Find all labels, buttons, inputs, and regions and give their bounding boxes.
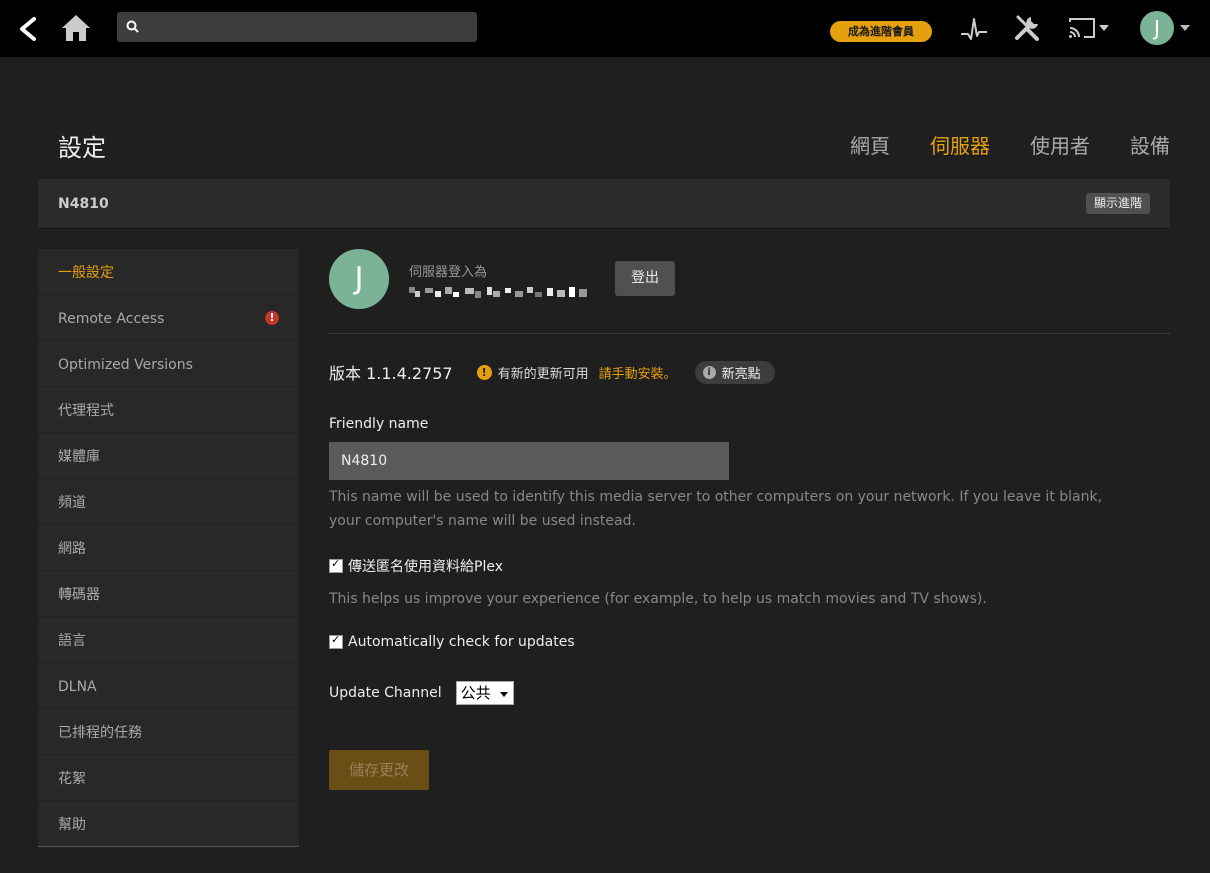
update-channel-select[interactable]: 公共 xyxy=(455,681,514,705)
tab-users[interactable]: 使用者 xyxy=(1030,130,1090,159)
sidebar-item-label: 幫助 xyxy=(58,817,86,833)
sidebar-item-label: 已排程的任務 xyxy=(58,725,142,741)
account-avatar: J xyxy=(329,249,389,309)
friendly-name-label: Friendly name xyxy=(329,416,429,432)
show-advanced-button[interactable]: 顯示進階 xyxy=(1085,193,1150,214)
settings-sidebar: 一般設定 Remote Access! Optimized Versions 代… xyxy=(38,249,299,847)
home-icon[interactable] xyxy=(60,12,92,44)
redacted-username xyxy=(409,287,587,298)
update-channel-label: Update Channel xyxy=(329,685,442,701)
sidebar-item-channels[interactable]: 頻道 xyxy=(38,479,299,525)
sidebar-item-label: Optimized Versions xyxy=(58,357,193,373)
sidebar-item-help[interactable]: 幫助 xyxy=(38,801,299,846)
sidebar-item-label: Remote Access xyxy=(58,311,165,327)
sidebar-item-remote-access[interactable]: Remote Access! xyxy=(38,295,299,341)
whats-new-button[interactable]: i 新亮點 xyxy=(694,360,775,384)
friendly-name-help: This name will be used to identify this … xyxy=(329,489,1103,529)
anonymous-usage-row: 傳送匿名使用資料給Plex xyxy=(329,556,503,576)
sidebar-item-label: 媒體庫 xyxy=(58,449,100,465)
anonymous-usage-checkbox[interactable] xyxy=(329,557,343,573)
sidebar-item-extras[interactable]: 花絮 xyxy=(38,755,299,801)
sidebar-item-label: 轉碼器 xyxy=(58,587,100,603)
sidebar-item-label: 頻道 xyxy=(58,495,86,511)
anonymous-usage-help: This helps us improve your experience (f… xyxy=(329,591,987,607)
sidebar-item-label: 語言 xyxy=(58,633,86,649)
server-name: N4810 xyxy=(58,196,109,212)
top-bar: 成為進階會員 J xyxy=(0,0,1210,57)
sidebar-item-agents[interactable]: 代理程式 xyxy=(38,387,299,433)
settings-tabs: 網頁 伺服器 使用者 設備 xyxy=(810,130,1170,159)
tab-devices[interactable]: 設備 xyxy=(1130,130,1170,159)
tab-web[interactable]: 網頁 xyxy=(850,130,890,159)
settings-tools-icon[interactable] xyxy=(1013,14,1041,42)
version-row: 版本 1.1.4.2757 ! 有新的更新可用 請手動安裝。 i 新亮點 xyxy=(329,360,775,384)
server-bar: N4810 顯示進階 xyxy=(38,179,1170,229)
update-alert-icon: ! xyxy=(476,364,492,380)
divider xyxy=(329,333,1170,334)
sidebar-item-label: DLNA xyxy=(58,679,97,695)
warning-icon: ! xyxy=(265,311,279,325)
tab-server[interactable]: 伺服器 xyxy=(930,130,990,159)
update-channel-row: Update Channel 公共 xyxy=(329,681,514,705)
sidebar-item-dlna[interactable]: DLNA xyxy=(38,663,299,709)
version-text: 版本 1.1.4.2757 xyxy=(329,364,453,383)
auto-update-checkbox[interactable] xyxy=(329,633,343,649)
manual-install-link[interactable]: 請手動安裝。 xyxy=(599,363,677,382)
sidebar-item-general[interactable]: 一般設定 xyxy=(38,249,299,295)
sidebar-item-optimized-versions[interactable]: Optimized Versions xyxy=(38,341,299,387)
activity-icon[interactable] xyxy=(960,15,988,43)
page-title: 設定 xyxy=(58,134,106,162)
cast-icon[interactable] xyxy=(1068,16,1110,40)
signed-in-label: 伺服器登入為 xyxy=(409,265,488,280)
sidebar-item-label: 花絮 xyxy=(58,771,86,787)
sidebar-item-label: 代理程式 xyxy=(58,403,114,419)
user-avatar[interactable]: J xyxy=(1140,11,1174,45)
search-bar[interactable] xyxy=(117,12,477,44)
sidebar-item-transcoder[interactable]: 轉碼器 xyxy=(38,571,299,617)
sidebar-item-network[interactable]: 網路 xyxy=(38,525,299,571)
friendly-name-input[interactable] xyxy=(329,442,729,480)
sidebar-item-label: 一般設定 xyxy=(58,265,114,281)
back-arrow-icon[interactable] xyxy=(16,16,40,42)
whats-new-label: 新亮點 xyxy=(721,366,761,382)
sidebar-item-label: 網路 xyxy=(58,541,86,557)
auto-update-row: Automatically check for updates xyxy=(329,633,575,650)
info-icon: i xyxy=(702,365,716,379)
auto-update-label: Automatically check for updates xyxy=(348,634,575,650)
anonymous-usage-label: 傳送匿名使用資料給Plex xyxy=(348,559,503,575)
logout-button[interactable]: 登出 xyxy=(615,261,675,296)
chevron-down-icon[interactable] xyxy=(1180,25,1190,31)
save-changes-button[interactable]: 儲存更改 xyxy=(329,750,429,790)
sidebar-item-languages[interactable]: 語言 xyxy=(38,617,299,663)
sidebar-item-library[interactable]: 媒體庫 xyxy=(38,433,299,479)
go-premium-button[interactable]: 成為進階會員 xyxy=(830,21,932,42)
search-icon xyxy=(126,20,139,33)
search-input[interactable] xyxy=(147,12,471,44)
update-available-text: 有新的更新可用 xyxy=(497,366,589,382)
sidebar-item-scheduled-tasks[interactable]: 已排程的任務 xyxy=(38,709,299,755)
